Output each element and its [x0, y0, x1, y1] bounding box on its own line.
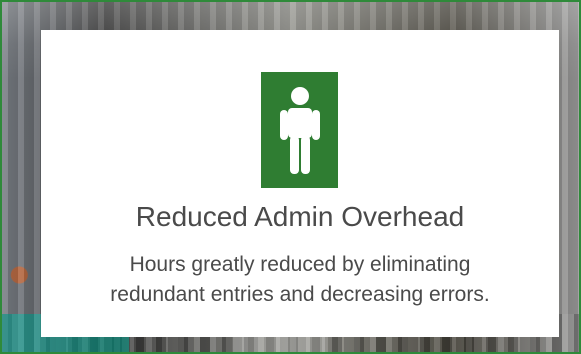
person-icon: [279, 87, 320, 174]
card-description: Hours greatly reduced by eliminating red…: [41, 250, 559, 310]
card-title: Reduced Admin Overhead: [135, 201, 465, 232]
slide-frame: Reduced Admin Overhead Hours greatly red…: [0, 0, 581, 354]
feature-card: Reduced Admin Overhead Hours greatly red…: [41, 30, 559, 337]
person-icon-tile: [261, 72, 338, 188]
card-description-line-2: redundant entries and decreasing errors.: [110, 283, 490, 306]
card-description-line-1: Hours greatly reduced by eliminating: [129, 253, 471, 276]
